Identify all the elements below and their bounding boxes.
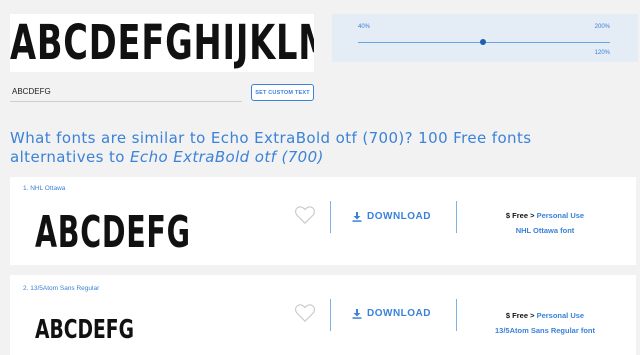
download-label: DOWNLOAD — [367, 211, 431, 222]
license-info: $ Free > Personal Use 13/5Atom Sans Regu… — [480, 308, 610, 338]
result-card: 2. 13/5Atom Sans Regular ABCDEFG DOWNLOA… — [10, 275, 636, 355]
divider — [456, 201, 457, 233]
divider — [330, 299, 331, 331]
divider — [456, 299, 457, 331]
license-link[interactable]: Personal Use — [537, 311, 585, 320]
price-label: $ Free > — [505, 311, 537, 320]
divider — [330, 201, 331, 233]
set-custom-text-button[interactable]: SET CUSTOM TEXT — [251, 84, 314, 101]
page-title: What fonts are similar to Echo ExtraBold… — [10, 129, 630, 167]
download-button[interactable]: DOWNLOAD — [352, 308, 431, 319]
font-sample: ABCDEFG — [35, 207, 191, 258]
size-slider-thumb[interactable] — [480, 39, 486, 45]
download-button[interactable]: DOWNLOAD — [352, 211, 431, 222]
preview-text: ABCDEFGHIJKLM — [10, 15, 314, 71]
price-label: $ Free > — [505, 211, 537, 220]
slider-min-label: 40% — [358, 24, 371, 30]
size-slider-panel: 40% 200% 120% — [332, 14, 638, 62]
download-arrow-icon — [352, 308, 362, 319]
download-label: DOWNLOAD — [367, 308, 431, 319]
download-arrow-icon — [352, 211, 362, 222]
font-page-link[interactable]: NHL Ottawa font — [516, 226, 575, 235]
font-preview: ABCDEFGHIJKLM — [10, 14, 314, 72]
slider-value-label: 120% — [594, 50, 610, 56]
font-page-link[interactable]: 13/5Atom Sans Regular font — [495, 326, 595, 335]
license-info: $ Free > Personal Use NHL Ottawa font — [480, 208, 610, 238]
custom-text-input[interactable] — [10, 82, 242, 102]
result-card: 1. NHL Ottawa ABCDEFG DOWNLOAD $ Free > … — [10, 177, 636, 265]
heart-outline-icon[interactable] — [294, 205, 316, 225]
slider-max-label: 200% — [594, 24, 610, 30]
heart-outline-icon[interactable] — [294, 303, 316, 323]
page-title-font-name: Echo ExtraBold otf (700) — [130, 148, 324, 166]
license-link[interactable]: Personal Use — [537, 211, 585, 220]
result-title-link[interactable]: 1. NHL Ottawa — [23, 185, 65, 192]
font-sample: ABCDEFG — [35, 315, 134, 345]
result-title-link[interactable]: 2. 13/5Atom Sans Regular — [23, 285, 99, 292]
